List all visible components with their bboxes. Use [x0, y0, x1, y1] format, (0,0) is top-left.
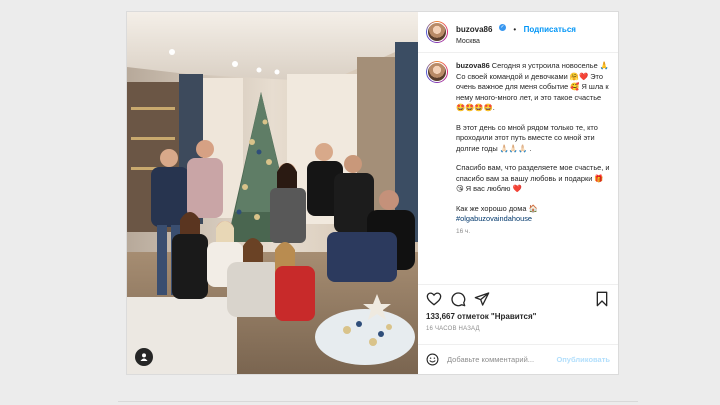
- post-sidebar: buzova86 ✓ • Подписаться Москва buzova86…: [418, 12, 618, 374]
- author-username[interactable]: buzova86: [456, 25, 492, 34]
- publish-button[interactable]: Опубликовать: [556, 355, 610, 364]
- hashtag-link[interactable]: #olgabuzovaindahouse: [456, 214, 610, 225]
- caption-paragraph-2: В этот день со мной рядом только те, кто…: [456, 122, 598, 153]
- caption-avatar[interactable]: [426, 61, 448, 83]
- follow-button[interactable]: Подписаться: [524, 25, 576, 34]
- heart-icon[interactable]: [426, 291, 442, 307]
- post-card: buzova86 ✓ • Подписаться Москва buzova86…: [126, 11, 619, 375]
- author-avatar[interactable]: [426, 21, 448, 43]
- smiley-icon[interactable]: [426, 353, 439, 366]
- page-divider: [118, 401, 638, 402]
- caption-time: 16 ч.: [456, 227, 471, 235]
- comment-input[interactable]: [445, 354, 557, 365]
- post-header: buzova86 ✓ • Подписаться Москва: [418, 12, 618, 53]
- separator-dot: •: [513, 24, 517, 34]
- person-tag-icon: [140, 353, 148, 361]
- likes-count[interactable]: 133,667 отметок "Нравится": [418, 312, 618, 321]
- photo-scene: [127, 12, 418, 374]
- post-location[interactable]: Москва: [456, 38, 576, 47]
- caption-username[interactable]: buzova86: [456, 61, 490, 70]
- action-bar: [418, 284, 618, 312]
- verified-badge-icon: ✓: [498, 23, 506, 31]
- comment-bar: Опубликовать: [418, 344, 618, 374]
- tag-person-button[interactable]: [135, 348, 153, 366]
- caption-paragraph-3: Спасибо вам, что разделяете мое счастье,…: [456, 163, 610, 193]
- share-icon[interactable]: [474, 291, 490, 307]
- comment-icon[interactable]: [450, 291, 466, 307]
- caption-paragraph-4: Как же хорошо дома 🏠: [456, 203, 538, 213]
- caption-block: buzova86 Сегодня я устроила новоселье 🙏 …: [418, 53, 618, 284]
- bookmark-icon[interactable]: [594, 291, 610, 307]
- post-photo[interactable]: [127, 12, 418, 374]
- post-timestamp[interactable]: 16 ЧАСОВ НАЗАД: [418, 321, 618, 332]
